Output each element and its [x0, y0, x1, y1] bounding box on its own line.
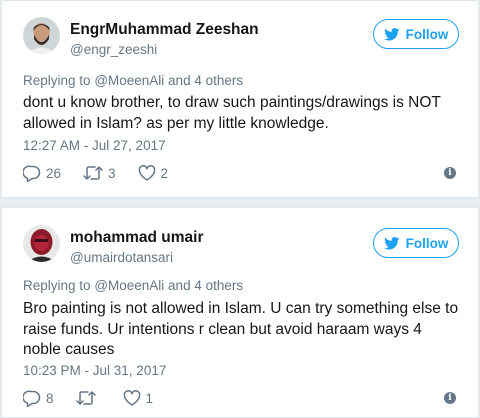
tweet-timestamp[interactable]: 10:23 PM - Jul 31, 2017 — [23, 363, 166, 378]
replying-to-users[interactable]: @MoeenAli and 4 others — [94, 278, 243, 293]
tweet-card: EngrMuhammad Zeeshan @engr_zeeshi Follow… — [1, 0, 479, 198]
like-count: 1 — [145, 390, 154, 406]
like-count: 2 — [160, 165, 169, 181]
retweet-button[interactable] — [75, 390, 101, 406]
reply-count: 8 — [46, 390, 54, 406]
replying-to-label: Replying to — [23, 73, 91, 88]
follow-button[interactable]: Follow — [373, 19, 459, 49]
avatar[interactable] — [23, 17, 60, 54]
replying-to-label: Replying to — [23, 278, 91, 293]
retweet-icon — [75, 391, 96, 405]
follow-button[interactable]: Follow — [373, 228, 459, 258]
retweet-button[interactable]: 3 — [83, 165, 116, 181]
retweet-icon — [83, 166, 103, 180]
follow-label: Follow — [405, 26, 449, 42]
avatar[interactable] — [23, 225, 60, 262]
author-handle[interactable]: @umairdotansari — [70, 250, 173, 265]
replying-to-users[interactable]: @MoeenAli and 4 others — [94, 73, 243, 88]
info-icon[interactable]: i — [444, 167, 456, 179]
info-icon[interactable]: i — [444, 392, 456, 404]
like-button[interactable]: 2 — [138, 165, 169, 181]
retweet-count: 3 — [108, 165, 116, 181]
tweet-timestamp[interactable]: 12:27 AM - Jul 27, 2017 — [23, 138, 166, 153]
reply-icon — [23, 165, 41, 182]
like-icon — [138, 165, 155, 181]
avatar-image — [23, 17, 60, 54]
tweet-text: dont u know brother, to draw such painti… — [23, 94, 441, 132]
tweet-text: Bro painting is not allowed in Islam. U … — [23, 300, 459, 358]
replying-to: Replying to @MoeenAli and 4 others — [23, 278, 243, 293]
tweet-actions: 26 3 2 — [23, 163, 190, 183]
author-name[interactable]: EngrMuhammad Zeeshan — [70, 21, 259, 39]
like-icon — [123, 390, 140, 406]
tweet-actions: 8 1 — [23, 388, 175, 408]
reply-icon — [23, 390, 41, 407]
like-button[interactable]: 1 — [123, 390, 154, 406]
twitter-bird-icon — [383, 27, 400, 40]
replying-to: Replying to @MoeenAli and 4 others — [23, 73, 243, 88]
avatar-image — [23, 225, 60, 262]
reply-count: 26 — [46, 165, 62, 181]
author-handle[interactable]: @engr_zeeshi — [70, 42, 157, 57]
reply-button[interactable]: 26 — [23, 165, 61, 182]
author-name[interactable]: mohammad umair — [70, 229, 204, 247]
tweet-card: mohammad umair @umairdotansari Follow Re… — [1, 207, 479, 418]
twitter-bird-icon — [383, 236, 400, 249]
follow-label: Follow — [405, 235, 449, 251]
reply-button[interactable]: 8 — [23, 390, 54, 407]
